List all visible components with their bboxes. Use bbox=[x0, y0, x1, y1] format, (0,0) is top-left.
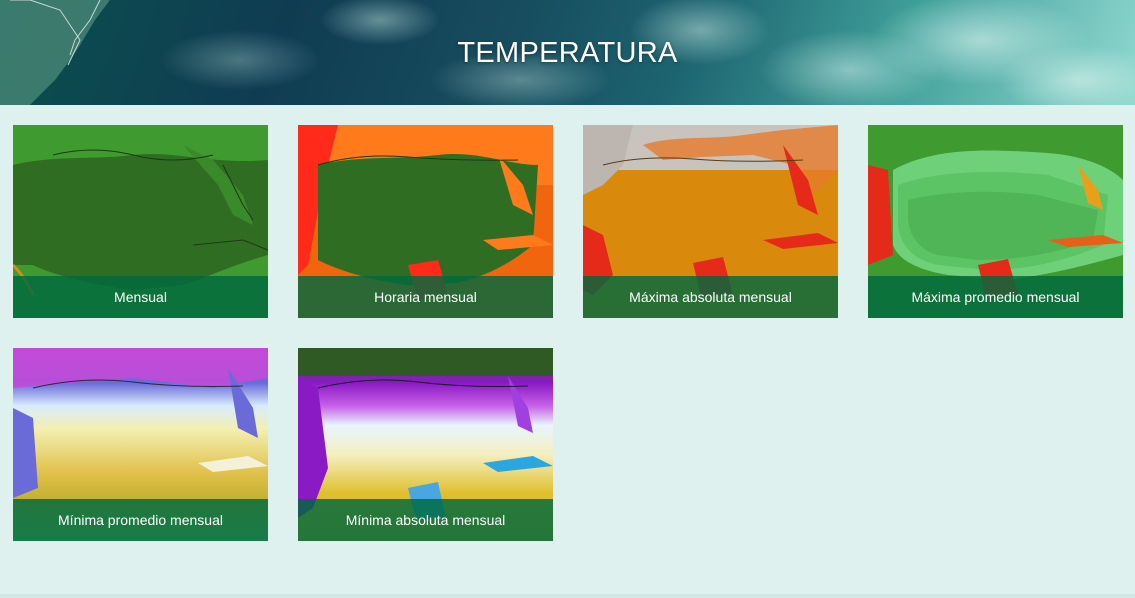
footer-divider bbox=[0, 594, 1135, 598]
card-caption: Horaria mensual bbox=[298, 276, 553, 318]
card-caption: Mensual bbox=[13, 276, 268, 318]
card-caption: Mínima absoluta mensual bbox=[298, 499, 553, 541]
card-horaria-mensual[interactable]: Horaria mensual bbox=[298, 125, 553, 318]
card-maxima-absoluta-mensual[interactable]: Máxima absoluta mensual bbox=[583, 125, 838, 318]
card-caption: Mínima promedio mensual bbox=[13, 499, 268, 541]
page-title: TEMPERATURA bbox=[457, 37, 678, 69]
card-mensual[interactable]: Mensual bbox=[13, 125, 268, 318]
card-caption: Máxima absoluta mensual bbox=[583, 276, 838, 318]
card-caption: Máxima promedio mensual bbox=[868, 276, 1123, 318]
card-maxima-promedio-mensual[interactable]: Máxima promedio mensual bbox=[868, 125, 1123, 318]
hero-banner: TEMPERATURA bbox=[0, 0, 1135, 105]
card-minima-promedio-mensual[interactable]: Mínima promedio mensual bbox=[13, 348, 268, 541]
card-minima-absoluta-mensual[interactable]: Mínima absoluta mensual bbox=[298, 348, 553, 541]
